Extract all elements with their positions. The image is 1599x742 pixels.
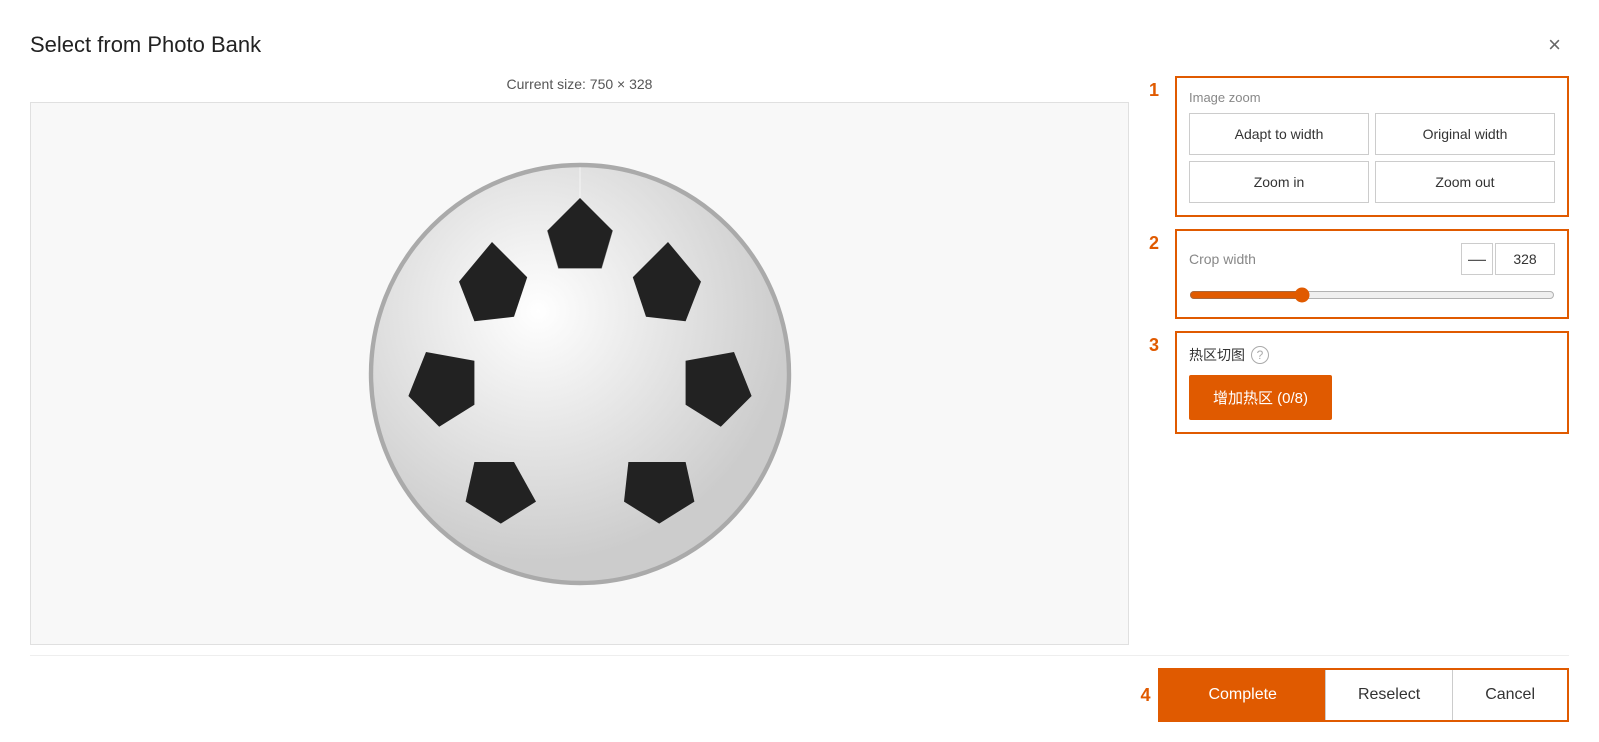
dialog-footer: 4 Complete Reselect Cancel: [30, 655, 1569, 722]
image-size-label: Current size: 750 × 328: [507, 76, 653, 92]
footer-section-number: 4: [1140, 685, 1150, 706]
crop-minus-button[interactable]: —: [1461, 243, 1493, 275]
complete-button[interactable]: Complete: [1160, 670, 1324, 720]
section3-box: 热区切图 ? 增加热区 (0/8): [1175, 331, 1569, 434]
adapt-to-width-button[interactable]: Adapt to width: [1189, 113, 1369, 155]
hotzone-label: 热区切图: [1189, 345, 1245, 365]
zoom-grid: Adapt to width Original width Zoom in Zo…: [1189, 113, 1555, 203]
crop-value-input[interactable]: [1495, 243, 1555, 275]
hotzone-header: 热区切图 ?: [1189, 345, 1555, 365]
image-area: Current size: 750 × 328: [30, 76, 1129, 645]
add-hotzone-button[interactable]: 增加热区 (0/8): [1189, 375, 1332, 420]
dialog-header: Select from Photo Bank ×: [30, 30, 1569, 60]
crop-width-slider[interactable]: [1189, 287, 1555, 303]
zoom-in-button[interactable]: Zoom in: [1189, 161, 1369, 203]
help-icon[interactable]: ?: [1251, 346, 1269, 364]
zoom-out-button[interactable]: Zoom out: [1375, 161, 1555, 203]
section1-box: Image zoom Adapt to width Original width…: [1175, 76, 1569, 217]
original-width-button[interactable]: Original width: [1375, 113, 1555, 155]
right-panel: 1 Image zoom Adapt to width Original wid…: [1149, 76, 1569, 645]
dialog-title: Select from Photo Bank: [30, 32, 261, 58]
crop-width-row: Crop width —: [1189, 243, 1555, 275]
soccer-ball-image: [360, 154, 800, 594]
reselect-button[interactable]: Reselect: [1325, 670, 1452, 720]
dialog-body: Current size: 750 × 328: [30, 76, 1569, 645]
section2-wrapper: 2 Crop width —: [1149, 229, 1569, 319]
slider-container: [1189, 285, 1555, 305]
crop-width-label: Crop width: [1189, 251, 1461, 267]
image-container: [30, 102, 1129, 645]
section2-number: 2: [1149, 233, 1167, 254]
section1-number: 1: [1149, 80, 1167, 101]
section3-number: 3: [1149, 335, 1167, 356]
image-zoom-label: Image zoom: [1189, 90, 1555, 105]
footer-section-wrapper: 4 Complete Reselect Cancel: [1140, 668, 1569, 722]
section3-wrapper: 3 热区切图 ? 增加热区 (0/8): [1149, 331, 1569, 434]
section2-box: Crop width —: [1175, 229, 1569, 319]
section1-wrapper: 1 Image zoom Adapt to width Original wid…: [1149, 76, 1569, 217]
footer-action-box: Complete Reselect Cancel: [1158, 668, 1569, 722]
close-button[interactable]: ×: [1540, 30, 1569, 60]
cancel-button[interactable]: Cancel: [1452, 670, 1567, 720]
photo-bank-dialog: Select from Photo Bank × Current size: 7…: [0, 0, 1599, 742]
